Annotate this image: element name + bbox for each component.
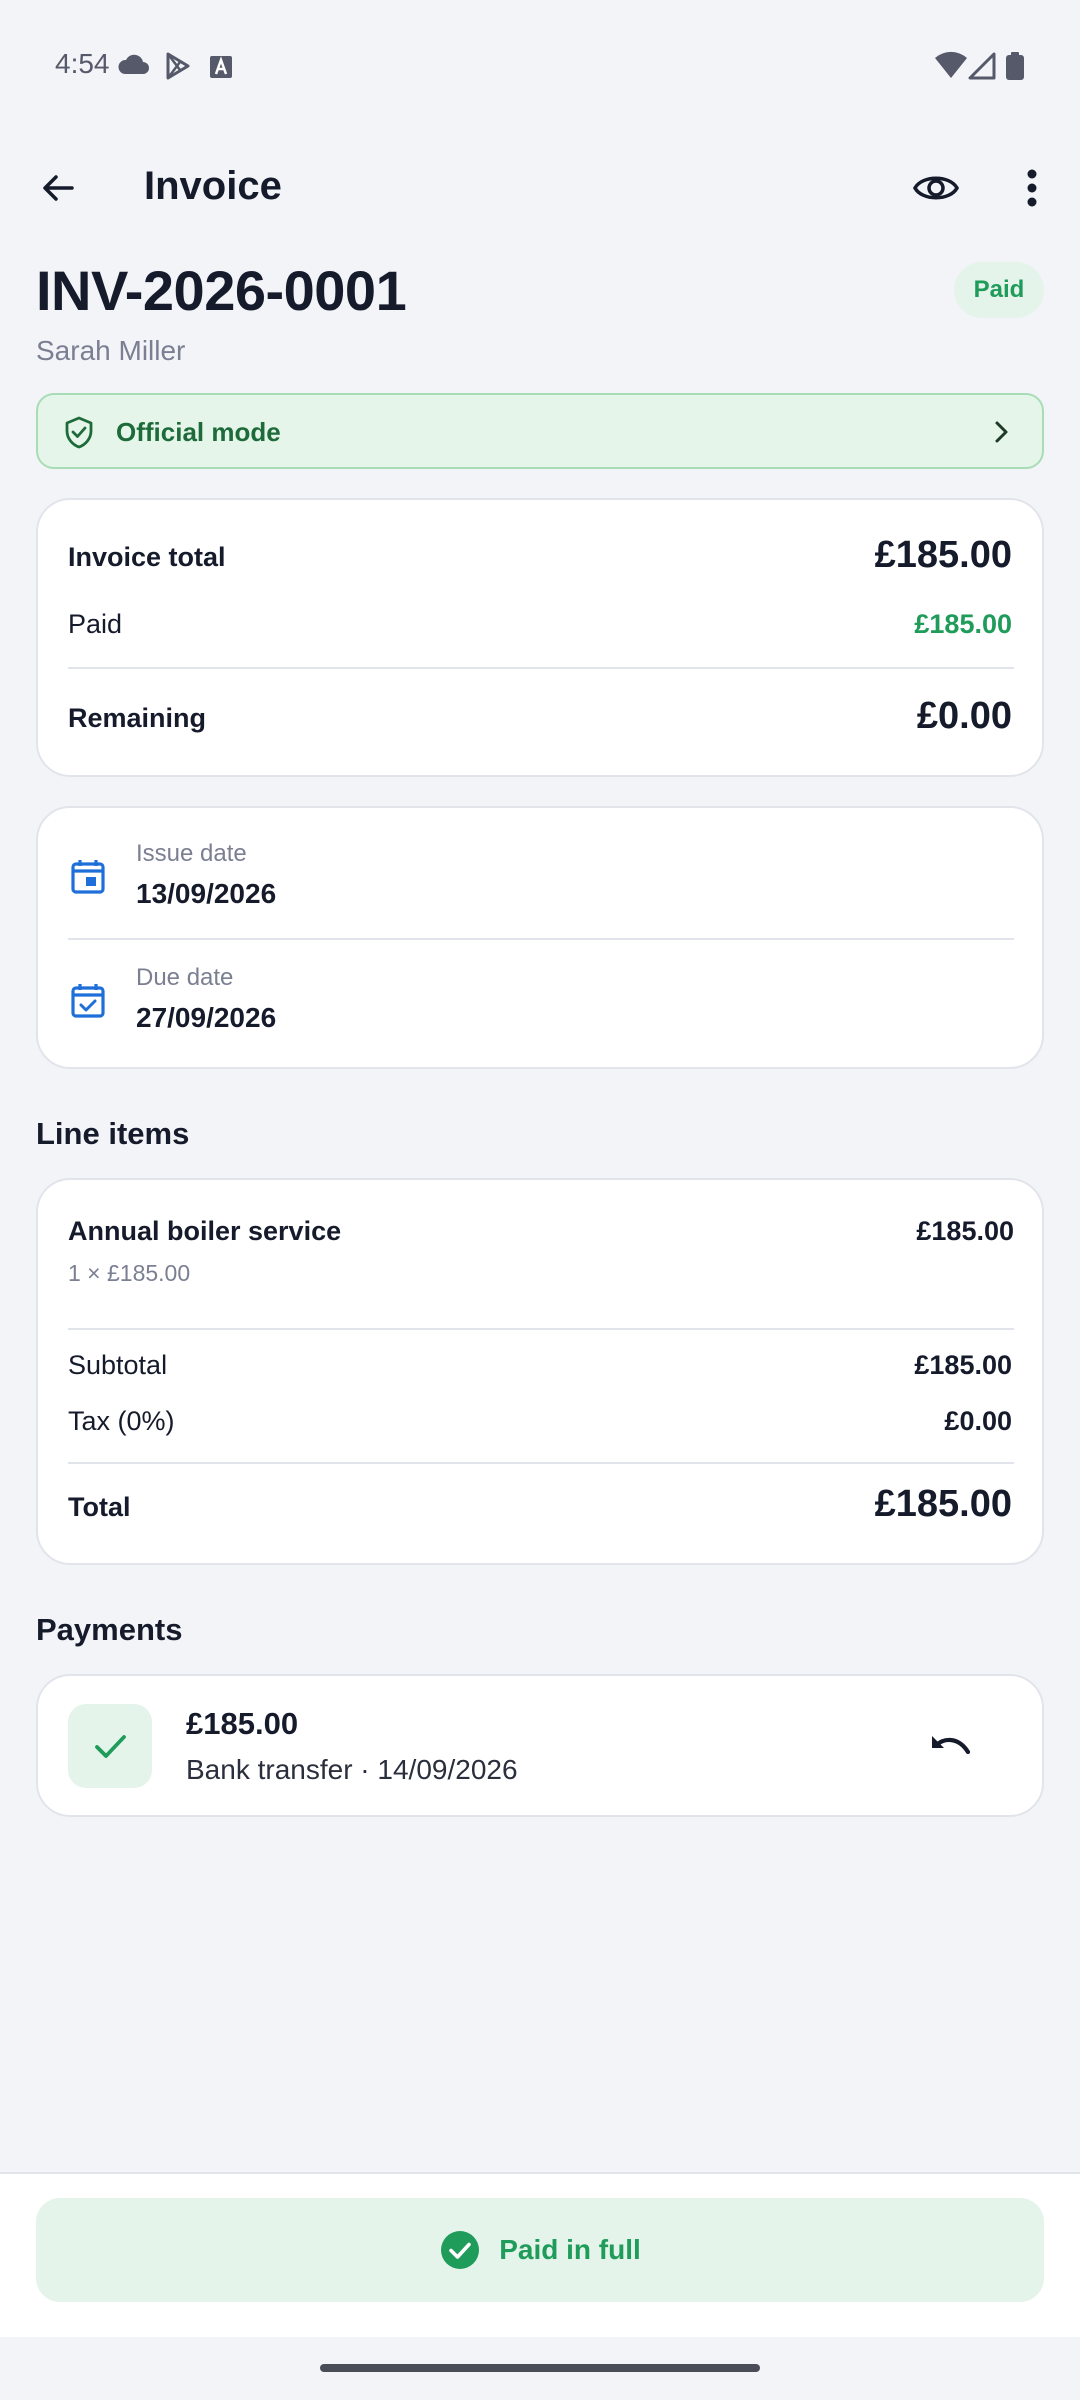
- play-store-icon: [166, 52, 190, 80]
- dates-divider: [68, 938, 1014, 940]
- more-options-button[interactable]: [1010, 160, 1054, 216]
- line-item-amount: £185.00: [916, 1216, 1014, 1246]
- shield-check-icon: [65, 416, 93, 449]
- battery-icon: [1006, 52, 1024, 80]
- wifi-icon: [935, 51, 967, 78]
- back-arrow-icon: [43, 175, 74, 201]
- line-items-title: Line items: [36, 1116, 190, 1151]
- font-icon: [210, 56, 232, 78]
- total-value: £185.00: [874, 1483, 1012, 1525]
- payment-amount: £185.00: [186, 1706, 299, 1741]
- line-item-detail: 1 × £185.00: [68, 1260, 191, 1286]
- invoice-total-value: £185.00: [874, 534, 1012, 576]
- issue-date-value: 13/09/2026: [136, 878, 277, 909]
- paid-in-full-button[interactable]: Paid in full: [36, 2198, 1044, 2302]
- payment-detail: Bank transfer · 14/09/2026: [186, 1754, 518, 1785]
- items-divider-2: [68, 1462, 1014, 1464]
- status-badge: Paid: [954, 262, 1044, 318]
- more-vert-icon: [1027, 169, 1037, 207]
- check-circle-icon: [441, 2231, 480, 2269]
- status-time: 4:54: [55, 48, 110, 79]
- subtotal-value: £185.00: [914, 1350, 1012, 1380]
- line-items-card: Annual boiler service 1 × £185.00 £185.0…: [36, 1178, 1044, 1565]
- cloud-icon: [118, 54, 149, 74]
- back-button[interactable]: [30, 160, 86, 216]
- check-icon: [95, 1735, 126, 1758]
- invoice-number: INV-2026-0001: [36, 259, 407, 322]
- calendar-check-icon: [71, 984, 105, 1018]
- payment-status-tile: [68, 1704, 152, 1788]
- subtotal-label: Subtotal: [68, 1350, 168, 1380]
- official-mode-label: Official mode: [116, 417, 281, 447]
- due-date-value: 27/09/2026: [136, 1002, 277, 1033]
- undo-icon: [932, 1736, 971, 1755]
- items-divider-1: [68, 1328, 1014, 1330]
- totals-card: Invoice total £185.00 Paid £185.00 Remai…: [36, 498, 1044, 777]
- total-label: Total: [68, 1492, 131, 1522]
- paid-in-full-label: Paid in full: [499, 2234, 641, 2265]
- issue-date-label: Issue date: [136, 840, 247, 867]
- eye-icon: [913, 176, 959, 200]
- preview-button[interactable]: [905, 160, 967, 216]
- due-date-label: Due date: [136, 964, 234, 991]
- page-title: Invoice: [144, 164, 282, 208]
- official-mode-banner[interactable]: Official mode: [36, 393, 1044, 469]
- line-item-name: Annual boiler service: [68, 1216, 342, 1246]
- client-name: Sarah Miller: [36, 335, 186, 366]
- totals-divider: [68, 667, 1014, 669]
- undo-payment-button[interactable]: [918, 1714, 982, 1778]
- remaining-value: £0.00: [916, 695, 1012, 737]
- payments-title: Payments: [36, 1612, 183, 1647]
- paid-value: £185.00: [914, 609, 1012, 639]
- tax-label: Tax (0%): [68, 1406, 175, 1436]
- status-bar: 4:54: [0, 0, 1080, 130]
- tax-value: £0.00: [944, 1406, 1012, 1436]
- payment-row[interactable]: £185.00 Bank transfer · 14/09/2026: [36, 1674, 1044, 1817]
- signal-icon: [968, 52, 996, 80]
- list-item[interactable]: Annual boiler service 1 × £185.00 £185.0…: [68, 1216, 1014, 1286]
- remaining-label: Remaining: [68, 703, 207, 733]
- chevron-right-icon: [995, 421, 1008, 443]
- calendar-icon: [71, 860, 105, 894]
- home-indicator[interactable]: [320, 2364, 760, 2372]
- invoice-total-label: Invoice total: [68, 542, 226, 572]
- paid-label: Paid: [68, 609, 123, 639]
- dates-card: Issue date 13/09/2026 Due date 27/09/202…: [36, 806, 1044, 1069]
